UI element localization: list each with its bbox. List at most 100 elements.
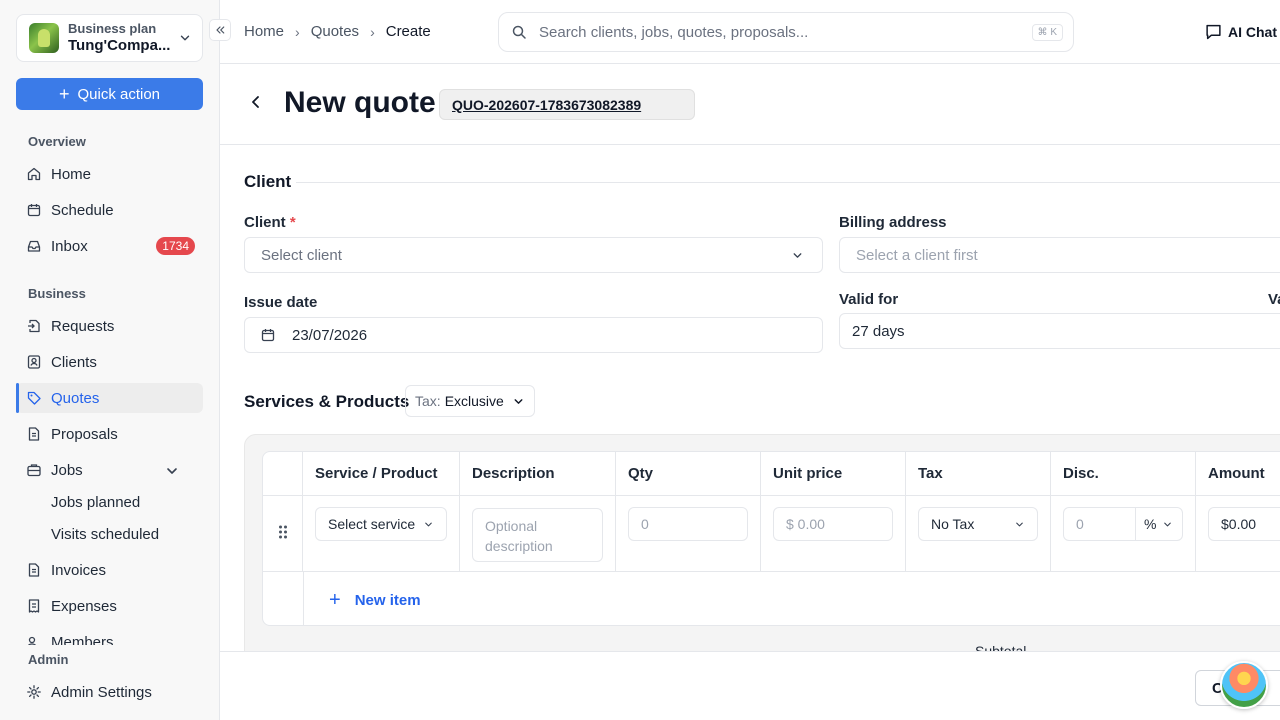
sidebar-item-jobs[interactable]: Jobs xyxy=(16,455,203,485)
line-items-table: Service / Product Description Qty Unit p… xyxy=(262,451,1280,626)
sidebar-admin-section: Admin Admin Settings xyxy=(0,645,219,720)
drag-handle-icon[interactable] xyxy=(278,524,288,540)
description-textarea[interactable]: Optional description xyxy=(472,508,603,562)
topbar: Home › Quotes › Create Search clients, j… xyxy=(220,0,1280,64)
quick-action-label: Quick action xyxy=(77,85,161,103)
assistant-avatar[interactable] xyxy=(1220,661,1268,709)
plus-icon: + xyxy=(329,589,341,611)
sidebar-item-label: Jobs xyxy=(51,461,83,479)
table-header-handle xyxy=(263,452,303,496)
discount-input[interactable]: 0 % xyxy=(1063,507,1183,541)
tax-mode-select[interactable]: Tax: Exclusive xyxy=(405,385,535,417)
qty-cell: 0 xyxy=(616,496,761,572)
unit-price-cell: $ 0.00 xyxy=(761,496,906,572)
sidebar-item-proposals[interactable]: Proposals xyxy=(16,419,203,449)
sidebar-item-expenses[interactable]: Expenses xyxy=(16,591,203,621)
chevrons-left-icon xyxy=(216,26,225,34)
unit-price-input[interactable]: $ 0.00 xyxy=(773,507,893,541)
quote-form: Client Client * Select client Billing ad… xyxy=(220,145,1280,651)
column-header: Amount xyxy=(1196,452,1280,496)
chevron-down-icon xyxy=(514,398,523,404)
billing-placeholder: Select a client first xyxy=(856,246,978,264)
new-item-button[interactable]: + New item xyxy=(329,590,421,610)
column-header: Tax xyxy=(906,452,1051,496)
chevron-down-icon xyxy=(180,35,190,41)
sidebar-item-label: Invoices xyxy=(51,561,107,579)
valid-for-value: 27 days xyxy=(852,322,905,340)
valid-for-input[interactable]: 27 days xyxy=(839,313,1280,349)
discount-unit-select[interactable]: % xyxy=(1135,507,1183,541)
ai-chat-label: AI Chat xyxy=(1228,23,1277,40)
inbox-count-badge: 1734 xyxy=(156,237,195,255)
sidebar-item-label: Schedule xyxy=(51,201,114,219)
tax-select[interactable]: No Tax xyxy=(918,507,1038,541)
quick-action-button[interactable]: + Quick action xyxy=(16,78,203,110)
sidebar-item-label: Expenses xyxy=(51,597,117,615)
sidebar-item-label: Clients xyxy=(51,353,97,371)
sidebar-item-invoices[interactable]: Invoices xyxy=(16,555,203,585)
discount-unit-value: % xyxy=(1144,516,1157,532)
plus-icon: + xyxy=(58,84,70,104)
divider xyxy=(303,572,304,625)
global-search-input[interactable]: Search clients, jobs, quotes, proposals.… xyxy=(498,12,1074,52)
tax-mode-value: Exclusive xyxy=(444,393,504,409)
sidebar-item-home[interactable]: Home xyxy=(16,159,203,189)
receipt-icon xyxy=(28,599,40,613)
sidebar-item-label: Proposals xyxy=(51,425,118,443)
sidebar-item-visits-scheduled[interactable]: Visits scheduled xyxy=(51,526,159,543)
sidebar-item-schedule[interactable]: Schedule xyxy=(16,195,203,225)
sidebar: Business plan Tung'Compa... + Quick acti… xyxy=(0,0,220,720)
service-select[interactable]: Select service xyxy=(315,507,447,541)
column-header: Service / Product xyxy=(303,452,460,496)
breadcrumb-quotes[interactable]: Quotes xyxy=(311,23,359,40)
tax-cell: No Tax xyxy=(906,496,1051,572)
page-title: New quote xyxy=(284,86,436,119)
new-item-label: New item xyxy=(354,591,421,609)
client-label-text: Client xyxy=(244,214,286,231)
sidebar-item-inbox[interactable]: Inbox 1734 xyxy=(16,231,203,261)
quote-number-field[interactable]: QUO-202607-1783673082389 xyxy=(439,89,695,120)
required-mark: * xyxy=(289,214,296,231)
issue-date-picker[interactable]: 23/07/2026 xyxy=(244,317,823,353)
section-business: Business xyxy=(28,286,86,301)
breadcrumb: Home › Quotes › Create xyxy=(244,23,431,40)
calendar-icon xyxy=(27,204,41,217)
ai-chat-button[interactable]: AI Chat xyxy=(1205,23,1277,40)
amount-value: $0.00 xyxy=(1208,507,1280,541)
table-row xyxy=(263,496,303,572)
breadcrumb-home[interactable]: Home xyxy=(244,23,284,40)
search-icon xyxy=(512,25,526,39)
discount-value: 0 xyxy=(1076,516,1084,532)
client-section-title: Client xyxy=(244,172,292,191)
sidebar-item-label: Admin Settings xyxy=(51,683,152,701)
sidebar-item-admin-settings[interactable]: Admin Settings xyxy=(16,677,203,707)
amount-cell: $0.00 xyxy=(1196,496,1280,572)
client-select[interactable]: Select client xyxy=(244,237,823,273)
briefcase-icon xyxy=(27,464,41,477)
qty-input[interactable]: 0 xyxy=(628,507,748,541)
service-select-placeholder: Select service xyxy=(328,516,416,532)
issue-date-label: Issue date xyxy=(244,294,318,311)
tax-prefix: Tax: xyxy=(415,393,441,409)
gear-icon xyxy=(27,685,41,699)
workspace-switcher[interactable]: Business plan Tung'Compa... xyxy=(16,14,203,62)
sidebar-item-jobs-planned[interactable]: Jobs planned xyxy=(51,494,140,511)
chat-icon xyxy=(1206,24,1221,40)
billing-address-label: Billing address xyxy=(839,214,947,231)
collapse-sidebar-button[interactable] xyxy=(209,19,231,41)
inbox-icon xyxy=(27,240,41,252)
service-cell: Select service xyxy=(303,496,460,572)
chevron-right-icon: › xyxy=(370,23,375,40)
chevron-down-icon xyxy=(1016,522,1023,527)
issue-date-value: 23/07/2026 xyxy=(292,326,368,344)
back-arrow-icon[interactable] xyxy=(248,94,264,110)
sidebar-item-quotes[interactable]: Quotes xyxy=(16,383,203,413)
sidebar-item-label: Quotes xyxy=(51,389,100,407)
chevron-down-icon xyxy=(793,253,802,258)
sidebar-item-requests[interactable]: Requests xyxy=(16,311,203,341)
sidebar-item-label: Requests xyxy=(51,317,115,335)
breadcrumb-current: Create xyxy=(385,23,431,40)
contact-icon xyxy=(27,355,41,369)
divider xyxy=(296,182,1280,183)
sidebar-item-clients[interactable]: Clients xyxy=(16,347,203,377)
